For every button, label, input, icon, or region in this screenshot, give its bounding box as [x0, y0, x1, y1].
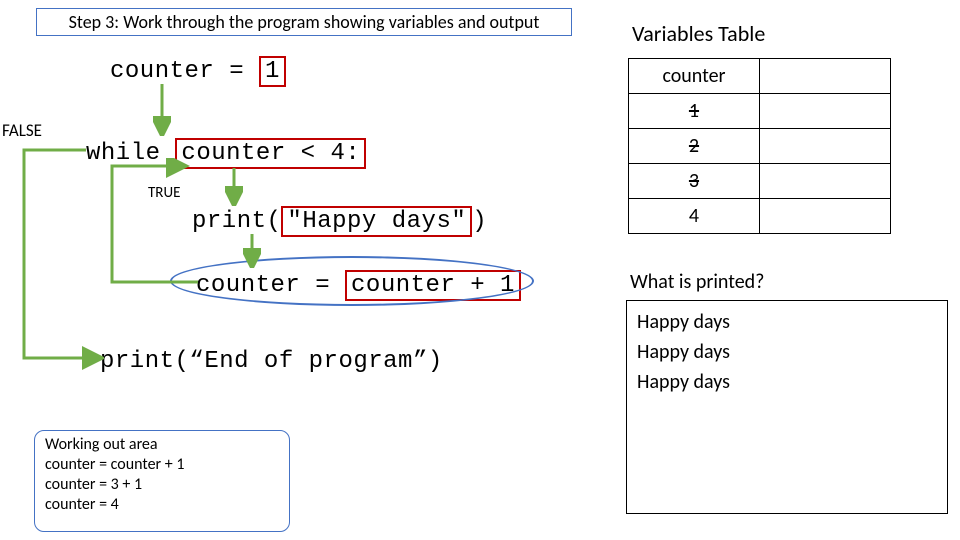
string-literal: "Happy days" [281, 206, 472, 237]
variables-table: counter 1 2 3 4 [628, 58, 891, 234]
printed-line: Happy days [637, 307, 937, 337]
arrow-while-to-print [225, 168, 243, 206]
arrow-false-exit [14, 140, 104, 370]
arrow-print-to-counter [243, 234, 261, 268]
workout-line: counter = counter + 1 [45, 455, 279, 475]
var-row: 2 [629, 129, 760, 164]
printed-question: What is printed? [630, 270, 764, 294]
workout-title: Working out area [45, 435, 279, 455]
var-row: 3 [629, 164, 760, 199]
code-text: ) [472, 208, 487, 235]
code-text: print( [192, 208, 281, 235]
arrow-assign-to-while [153, 84, 171, 136]
var-header-blank [760, 59, 891, 94]
arrow-loop-back [102, 158, 202, 308]
var-row-blank [760, 164, 891, 199]
var-row: 4 [629, 199, 760, 234]
condition-box: counter < 4: [175, 138, 366, 169]
workout-line: counter = 3 + 1 [45, 475, 279, 495]
step-banner: Step 3: Work through the program showing… [36, 8, 572, 36]
highlight-ellipse [170, 256, 534, 306]
code-text: counter = [110, 58, 244, 85]
var-row-blank [760, 129, 891, 164]
code-line-1: counter = 1 [110, 56, 286, 87]
workout-line: counter = 4 [45, 495, 279, 515]
var-row-blank [760, 199, 891, 234]
printed-line: Happy days [637, 337, 937, 367]
code-line-5: print(“End of program”) [100, 348, 443, 375]
printed-line: Happy days [637, 367, 937, 397]
variables-table-title: Variables Table [632, 20, 765, 47]
var-row: 1 [629, 94, 760, 129]
printed-output-box: Happy days Happy days Happy days [626, 300, 948, 514]
working-out-box: Working out area counter = counter + 1 c… [34, 430, 290, 532]
false-label: FALSE [2, 120, 42, 141]
var-header: counter [629, 59, 760, 94]
var-row-blank [760, 94, 891, 129]
code-line-3: print("Happy days") [192, 206, 487, 237]
literal-1: 1 [259, 56, 286, 87]
